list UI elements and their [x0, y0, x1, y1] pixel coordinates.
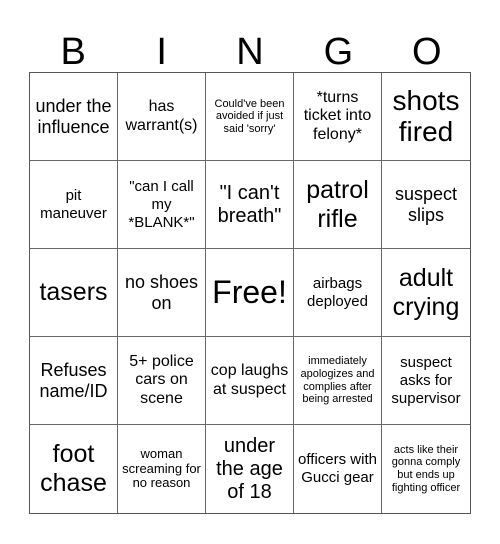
- bingo-header: B I N G O: [29, 30, 471, 74]
- bingo-cell[interactable]: suspect asks for supervisor: [382, 337, 470, 425]
- bingo-cell[interactable]: *turns ticket into felony*: [294, 73, 382, 161]
- bingo-cell[interactable]: 5+ police cars on scene: [118, 337, 206, 425]
- bingo-cell[interactable]: woman screaming for no reason: [118, 425, 206, 513]
- bingo-cell[interactable]: immediately apologizes and complies afte…: [294, 337, 382, 425]
- header-letter-g: G: [323, 31, 354, 73]
- bingo-cell[interactable]: under the age of 18: [206, 425, 294, 513]
- bingo-cell[interactable]: "can I call my *BLANK*": [118, 161, 206, 249]
- bingo-cell[interactable]: adult crying: [382, 249, 470, 337]
- bingo-cell[interactable]: pit maneuver: [30, 161, 118, 249]
- bingo-cell[interactable]: no shoes on: [118, 249, 206, 337]
- bingo-cell-free[interactable]: Free!: [206, 249, 294, 337]
- bingo-cell[interactable]: patrol rifle: [294, 161, 382, 249]
- bingo-grid: under the influence has warrant(s) Could…: [29, 72, 471, 514]
- bingo-cell[interactable]: foot chase: [30, 425, 118, 513]
- bingo-cell[interactable]: suspect slips: [382, 161, 470, 249]
- bingo-cell[interactable]: under the influence: [30, 73, 118, 161]
- bingo-cell[interactable]: Could've been avoided if just said 'sorr…: [206, 73, 294, 161]
- bingo-cell[interactable]: airbags deployed: [294, 249, 382, 337]
- bingo-cell[interactable]: tasers: [30, 249, 118, 337]
- header-letter-b: B: [60, 31, 86, 73]
- header-letter-n: N: [236, 31, 264, 73]
- bingo-cell[interactable]: Refuses name/ID: [30, 337, 118, 425]
- bingo-cell[interactable]: has warrant(s): [118, 73, 206, 161]
- bingo-cell[interactable]: "I can't breath": [206, 161, 294, 249]
- bingo-cell[interactable]: officers with Gucci gear: [294, 425, 382, 513]
- bingo-cell[interactable]: acts like their gonna comply but ends up…: [382, 425, 470, 513]
- bingo-cell[interactable]: shots fired: [382, 73, 470, 161]
- header-letter-i: I: [156, 31, 167, 73]
- header-letter-o: O: [412, 31, 442, 73]
- bingo-cell[interactable]: cop laughs at suspect: [206, 337, 294, 425]
